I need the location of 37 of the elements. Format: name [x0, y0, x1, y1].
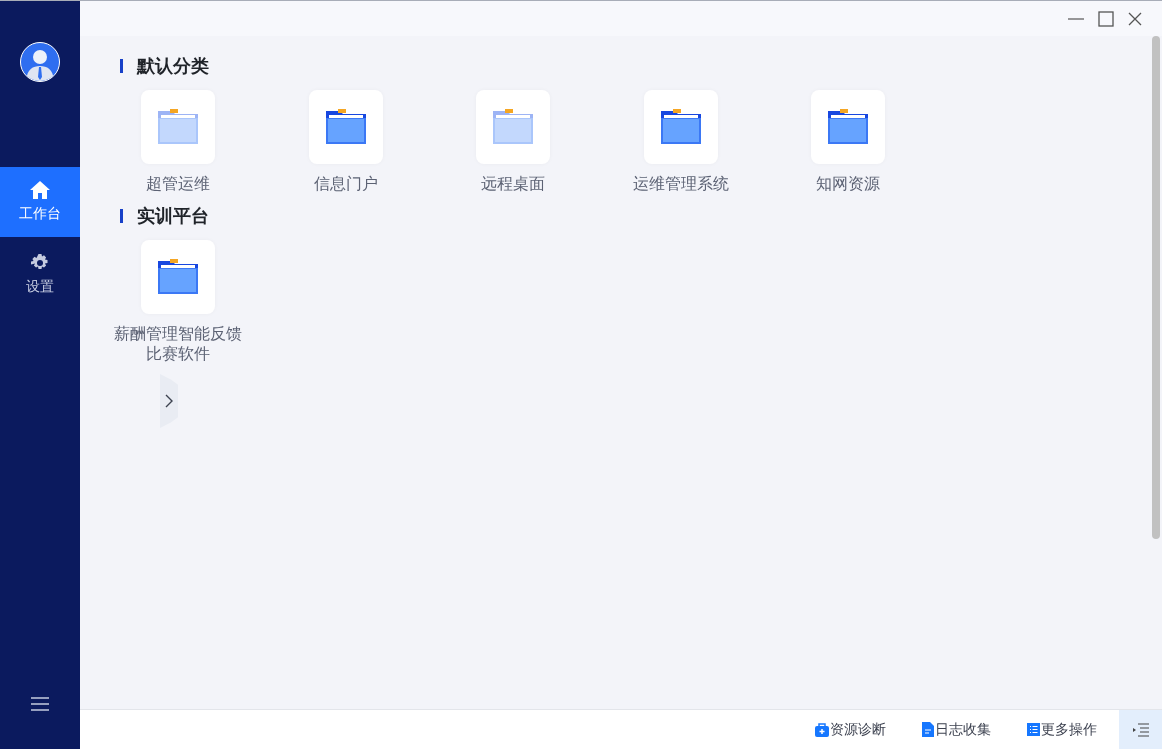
- app-label[interactable]: 信息门户: [275, 174, 416, 194]
- maximize-icon[interactable]: [1098, 10, 1114, 27]
- app-label[interactable]: 运维管理系统: [610, 174, 751, 194]
- app-tile[interactable]: [141, 90, 215, 164]
- list-icon: [1027, 723, 1040, 736]
- section-title: 实训平台: [137, 204, 209, 228]
- folder-icon: [157, 109, 199, 145]
- sidebar-item[interactable]: 工作台: [0, 167, 80, 237]
- folder-icon: [492, 109, 534, 145]
- folder-icon: [659, 109, 702, 145]
- folder-icon: [324, 109, 367, 145]
- app-tile[interactable]: [811, 90, 885, 164]
- document-icon: [922, 722, 934, 737]
- scrollbar-thumb[interactable]: [1152, 36, 1160, 539]
- medkit-icon: [815, 722, 829, 737]
- folder-icon: [157, 259, 199, 295]
- avatar-icon[interactable]: [20, 42, 60, 82]
- status-action[interactable]: 日志收集: [922, 720, 991, 739]
- indent-toggle[interactable]: [1119, 710, 1162, 749]
- status-action[interactable]: 资源诊断: [815, 720, 886, 739]
- app-label[interactable]: 薪酬管理智能反馈比赛软件: [108, 324, 248, 364]
- app-tile[interactable]: [141, 240, 215, 314]
- app-tile[interactable]: [308, 90, 383, 164]
- menu-icon[interactable]: [31, 697, 49, 711]
- app-label[interactable]: 知网资源: [778, 174, 918, 194]
- status-action[interactable]: 更多操作: [1027, 720, 1097, 739]
- indent-icon: [1132, 722, 1149, 737]
- section-title: 默认分类: [137, 54, 209, 78]
- app-tile[interactable]: [476, 90, 550, 164]
- home-icon: [30, 181, 50, 199]
- folder-icon: [827, 109, 869, 145]
- settings-icon: [31, 254, 49, 272]
- app-tile[interactable]: [643, 90, 718, 164]
- close-icon[interactable]: [1128, 11, 1142, 26]
- app-label[interactable]: 远程桌面: [443, 174, 583, 194]
- app-label[interactable]: 超管运维: [108, 174, 248, 194]
- sidebar-item[interactable]: 设置: [0, 237, 80, 313]
